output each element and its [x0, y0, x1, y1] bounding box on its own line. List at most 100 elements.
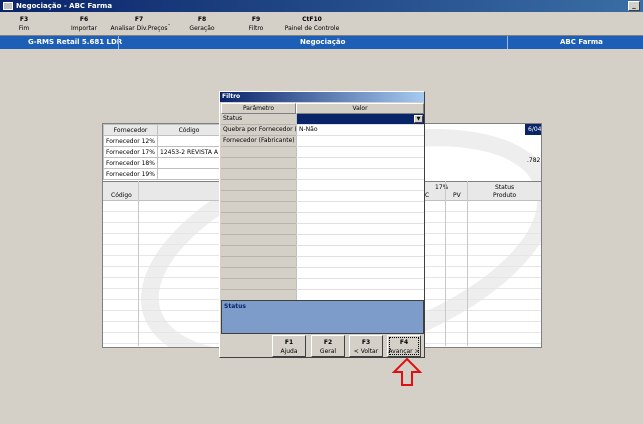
toolbar-label: Filtro	[248, 25, 264, 32]
col-pv: PV	[453, 192, 461, 199]
status-panel: Status	[221, 300, 424, 334]
col-codigo: Código	[157, 124, 221, 136]
dialog-title: Filtro	[220, 92, 424, 102]
empty-param-cell	[221, 202, 296, 213]
dropdown-arrow-icon[interactable]: ▼	[414, 115, 423, 123]
col-fornecedor: Fornecedor	[103, 124, 158, 136]
back-button[interactable]: F3 < Voltar	[349, 335, 383, 357]
toolbar-key: F8	[197, 16, 207, 23]
help-button[interactable]: F1 Ajuda	[272, 335, 306, 357]
empty-value-cell	[296, 213, 424, 224]
fornecedor-cell: Fornecedor 18%	[103, 157, 158, 169]
header-module: Negociação	[300, 38, 346, 46]
fornecedor-cell: Fornecedor 12%	[103, 135, 158, 147]
general-button[interactable]: F2 Geral	[311, 335, 345, 357]
empty-value-cell	[296, 279, 424, 290]
status-value-select[interactable]: ▼	[296, 114, 424, 125]
col-produto: Produto	[493, 192, 517, 199]
codigo-cell	[157, 168, 221, 180]
grid-divider	[445, 181, 446, 346]
filter-dialog: Filtro Parâmetro Valor Status ▼ Quebra p…	[219, 91, 425, 358]
empty-value-cell	[296, 246, 424, 257]
toolbar: F3 Fim F6 Importar F7 Analisar Div.Preço…	[0, 12, 643, 36]
codigo-cell: 12453-2 REVISTA A	[157, 146, 221, 158]
col-pct: 17%	[435, 184, 449, 191]
next-button[interactable]: F4 Avançar >	[387, 335, 421, 357]
toolbar-label: Painel de Controle	[284, 25, 340, 32]
empty-value-cell	[296, 235, 424, 246]
red-arrow-up-icon	[392, 357, 422, 386]
empty-param-cell	[221, 235, 296, 246]
toolbar-key: F3	[19, 16, 29, 23]
toolbar-painel-button[interactable]: CtF10 Painel de Controle	[284, 15, 340, 33]
empty-value-cell	[296, 191, 424, 202]
param-fornecedor[interactable]: Fornecedor (Fabricante)	[221, 136, 296, 147]
col-codigo-lower: Código	[111, 192, 132, 199]
empty-value-cell	[296, 147, 424, 158]
toolbar-separator: -	[168, 21, 171, 28]
button-key: F2	[323, 339, 333, 346]
minimize-button[interactable]: _	[628, 1, 640, 11]
header-client: ABC Farma	[560, 38, 603, 46]
col-valor: Valor	[296, 103, 424, 114]
product-count: .782	[527, 157, 541, 164]
descricao-value: REVISTA A	[187, 148, 218, 156]
toolbar-label: Geração	[189, 25, 215, 32]
table-row[interactable]: Fornecedor 18%	[103, 157, 221, 169]
empty-param-cell	[221, 180, 296, 191]
toolbar-analisar-button[interactable]: F7 Analisar Div.Preços	[110, 15, 168, 33]
empty-param-cell	[221, 224, 296, 235]
window-titlebar: Negociação - ABC Farma _	[0, 0, 643, 12]
toolbar-key: CtF10	[302, 16, 322, 23]
empty-value-cell	[296, 257, 424, 268]
button-label: Geral	[319, 348, 337, 355]
toolbar-fim-button[interactable]: F3 Fim	[4, 15, 44, 33]
empty-param-cell	[221, 191, 296, 202]
toolbar-geracao-button[interactable]: F8 Geração	[182, 15, 222, 33]
col-status: Status	[495, 184, 515, 191]
button-key: F3	[361, 339, 371, 346]
param-quebra[interactable]: Quebra por Fornecedor (F	[221, 125, 296, 136]
codigo-cell	[157, 157, 221, 169]
empty-param-cell	[221, 268, 296, 279]
table-row[interactable]: Fornecedor 17% 12453-2 REVISTA A	[103, 146, 221, 158]
empty-value-cell	[296, 268, 424, 279]
selected-summary[interactable]: 6/04/16 (6.782 Produtos)	[525, 124, 541, 135]
button-label: < Voltar	[353, 348, 379, 355]
empty-value-cell	[296, 158, 424, 169]
grid-divider	[467, 181, 468, 346]
empty-param-cell	[221, 147, 296, 158]
toolbar-label: Fim	[18, 25, 30, 32]
empty-value-cell	[296, 169, 424, 180]
toolbar-key: F6	[79, 16, 89, 23]
app-icon	[3, 2, 13, 10]
table-row[interactable]: Fornecedor 19%	[103, 168, 221, 180]
toolbar-label: Importar	[70, 25, 98, 32]
fornecedor-cell: Fornecedor 19%	[103, 168, 158, 180]
param-status[interactable]: Status	[221, 114, 296, 125]
fornecedor-value[interactable]	[296, 136, 424, 147]
button-label: Ajuda	[280, 348, 298, 355]
empty-value-cell	[296, 224, 424, 235]
header-bar: G-RMS Retail 5.681 LDR Negociação ABC Fa…	[0, 36, 643, 49]
empty-param-cell	[221, 257, 296, 268]
toolbar-filtro-button[interactable]: F9 Filtro	[238, 15, 274, 33]
col-c: C	[425, 192, 430, 199]
toolbar-label: Analisar Div.Preços	[110, 25, 168, 32]
empty-param-cell	[221, 169, 296, 180]
empty-value-cell	[296, 202, 424, 213]
empty-param-cell	[221, 279, 296, 290]
header-divider	[507, 36, 508, 49]
button-label: Avançar >	[388, 348, 420, 355]
empty-param-cell	[221, 158, 296, 169]
status-label: Status	[224, 303, 246, 310]
empty-param-cell	[221, 213, 296, 224]
col-parametro: Parâmetro	[221, 103, 296, 114]
table-row[interactable]: Fornecedor 12%	[103, 135, 221, 147]
header-version: G-RMS Retail 5.681 LDR	[28, 38, 123, 46]
quebra-value[interactable]: N-Não	[296, 125, 424, 136]
toolbar-importar-button[interactable]: F6 Importar	[62, 15, 106, 33]
toolbar-key: F7	[134, 16, 144, 23]
button-key: F4	[399, 339, 409, 346]
codigo-value: 12453-2	[160, 148, 186, 156]
